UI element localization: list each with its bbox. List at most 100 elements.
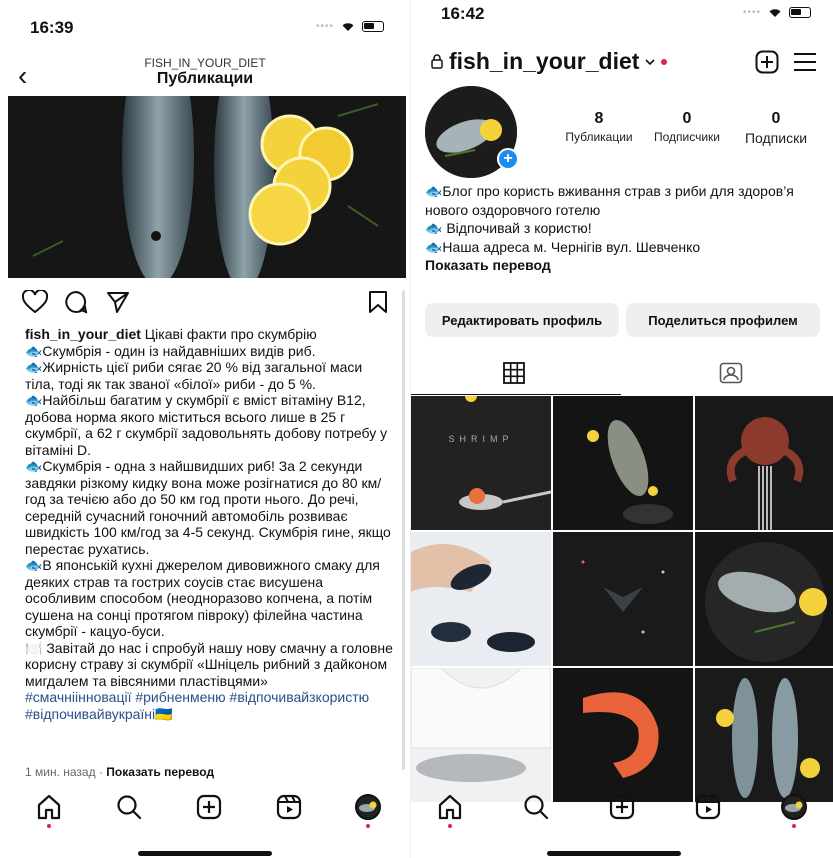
home-indicator[interactable] xyxy=(547,851,681,856)
grid-post[interactable] xyxy=(411,532,551,666)
meta-separator: · xyxy=(95,765,107,779)
create-icon[interactable] xyxy=(609,794,635,820)
caption-line: 🍽️ Завітай до нас і спробуй нашу нову см… xyxy=(25,639,393,689)
caption-line: Цікаві факти про скумбрію xyxy=(140,326,317,342)
home-notification-dot xyxy=(448,824,452,828)
search-icon[interactable] xyxy=(116,794,142,820)
system-icons: •••• xyxy=(743,6,811,18)
post-caption: fish_in_your_diet Цікаві факти про скумб… xyxy=(25,326,395,722)
system-icons: •••• xyxy=(316,20,384,32)
caption-first-line: fish_in_your_diet Цікаві факти про скумб… xyxy=(25,326,395,343)
stat-following-label: Подписки xyxy=(744,130,808,146)
grid-post-text: SHRIMP xyxy=(448,434,513,444)
dorado-pan-image xyxy=(695,532,833,666)
post-time: 1 мин. назад xyxy=(25,765,96,779)
notification-dot xyxy=(661,58,668,65)
bookmark-icon[interactable] xyxy=(368,290,388,314)
grid-post[interactable] xyxy=(695,532,833,666)
show-translation-link[interactable]: Показать перевод xyxy=(425,256,820,275)
stat-followers-count: 0 xyxy=(682,110,692,127)
reels-icon[interactable] xyxy=(276,794,302,820)
tab-bar xyxy=(0,790,410,830)
profile-avatar[interactable] xyxy=(781,794,807,820)
profile-avatar[interactable] xyxy=(355,794,381,820)
shrimp-spoon-image: SHRIMP xyxy=(411,396,551,530)
reels-icon[interactable] xyxy=(695,794,721,820)
stat-followers-label: Подписчики xyxy=(653,130,720,144)
edit-profile-button[interactable]: Редактировать профиль xyxy=(425,303,619,337)
chevron-down-icon xyxy=(645,58,656,65)
stat-posts-label: Публикации xyxy=(565,130,633,144)
mackerel-image xyxy=(695,668,833,802)
profile-tabs xyxy=(411,358,833,396)
share-icon[interactable] xyxy=(106,290,130,314)
home-icon[interactable] xyxy=(36,794,62,820)
share-profile-button[interactable]: Поделиться профилем xyxy=(626,303,820,337)
stat-posts[interactable]: 8 Публикации xyxy=(559,110,639,144)
grid-post[interactable] xyxy=(695,396,833,530)
stat-posts-count: 8 xyxy=(594,110,604,127)
avatar-fish-icon xyxy=(785,801,803,812)
grid-post[interactable] xyxy=(695,668,833,802)
active-tab-indicator xyxy=(411,394,621,395)
profile-bio: 🐟Блог про користь вживання страв з риби … xyxy=(425,182,820,275)
comment-icon[interactable] xyxy=(64,290,88,314)
tagged-icon[interactable] xyxy=(719,362,743,384)
battery-icon xyxy=(362,20,384,32)
page-title: Публикации xyxy=(156,70,254,87)
grid-icon[interactable] xyxy=(503,362,525,384)
caption-line: 🐟Жирність цієї риби сягає 20 % від загал… xyxy=(25,359,363,392)
signal-icon: •••• xyxy=(315,20,334,32)
chef-salmon-image xyxy=(411,668,551,802)
caption-hashtags[interactable]: #смачніінновації #рибненменю #відпочивай… xyxy=(25,689,395,722)
profile-username-switcher[interactable]: fish_in_your_diet xyxy=(431,48,668,75)
post-meta: 1 мин. назад · Показать перевод xyxy=(25,765,214,779)
create-icon[interactable] xyxy=(755,50,779,74)
post-image[interactable] xyxy=(8,96,406,278)
bio-line: 🐟Наша адреса м. Чернігів вул. Шевченко xyxy=(425,238,701,255)
wifi-icon xyxy=(769,9,781,17)
create-icon[interactable] xyxy=(196,794,222,820)
search-icon[interactable] xyxy=(523,794,549,820)
profile-notification-dot xyxy=(366,824,370,828)
grid-post[interactable] xyxy=(553,532,693,666)
lock-icon xyxy=(431,54,443,69)
prawn-image xyxy=(553,668,693,802)
grid-post[interactable]: SHRIMP xyxy=(411,396,551,530)
bio-line: 🐟 Відпочивай з користю! xyxy=(425,220,592,236)
wifi-icon xyxy=(342,23,354,31)
stat-followers[interactable]: 0 Подписчики xyxy=(647,110,727,144)
status-bar: 16:42 •••• xyxy=(411,0,833,44)
mussels-image xyxy=(411,532,551,666)
home-notification-dot xyxy=(47,824,51,828)
avatar-fish-icon xyxy=(359,801,377,812)
battery-icon xyxy=(789,6,811,18)
profile-screen: 16:42 •••• fish_in_your_diet + 8 Публика… xyxy=(410,0,833,858)
fish-tail-salt-image xyxy=(553,532,693,666)
heart-icon[interactable] xyxy=(22,290,48,314)
caption-line: 🐟Скумбрія - одна з найшвидших риб! За 2 … xyxy=(25,458,391,557)
home-indicator[interactable] xyxy=(138,851,272,856)
status-bar: 16:39 •••• xyxy=(0,0,410,44)
status-time: 16:42 xyxy=(441,4,485,23)
octopus-fork-image xyxy=(695,396,833,530)
scrollbar[interactable] xyxy=(402,290,405,770)
menu-icon[interactable] xyxy=(793,52,817,72)
mackerel-photo xyxy=(8,96,406,278)
show-translation-link[interactable]: Показать перевод xyxy=(106,765,214,779)
stat-following[interactable]: 0 Подписки xyxy=(736,110,816,146)
caption-line: 🐟Найбільш багатим у скумбрії є вміст віт… xyxy=(25,392,388,458)
caption-username[interactable]: fish_in_your_diet xyxy=(25,326,141,342)
header-username: FISH_IN_YOUR_DIET xyxy=(144,56,266,70)
posts-grid: SHRIMP xyxy=(411,396,833,802)
tab-bar xyxy=(411,790,833,830)
home-icon[interactable] xyxy=(437,794,463,820)
post-actions xyxy=(22,290,388,316)
profile-notification-dot xyxy=(792,824,796,828)
grid-post[interactable] xyxy=(411,668,551,802)
add-story-button[interactable]: + xyxy=(497,148,519,170)
caption-line: 🐟В японській кухні джерелом дивовижного … xyxy=(25,557,380,639)
grid-post[interactable] xyxy=(553,396,693,530)
grid-post[interactable] xyxy=(553,668,693,802)
fish-splash-image xyxy=(553,396,693,530)
